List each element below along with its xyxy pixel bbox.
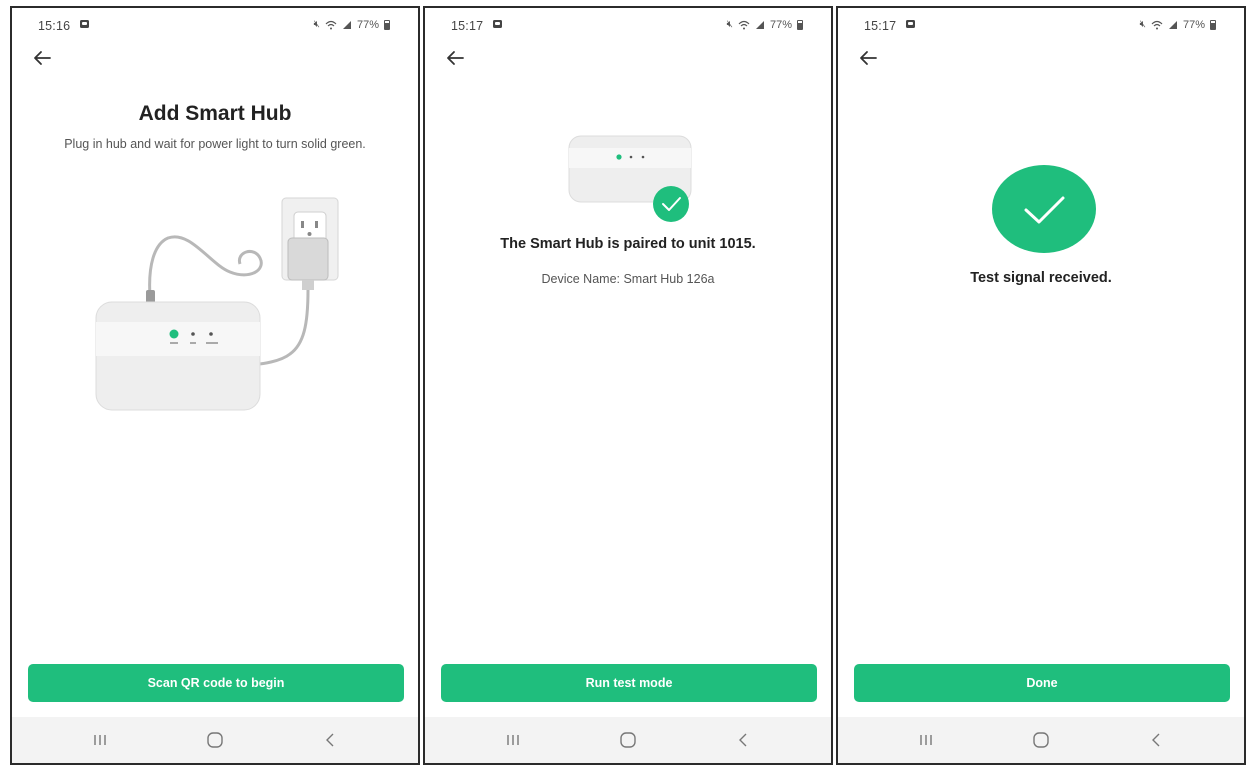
status-time: 15:16 <box>38 19 71 33</box>
status-bar: 15:17 🔇︎ 77% <box>425 16 831 36</box>
run-test-mode-button[interactable]: Run test mode <box>441 664 817 702</box>
wifi-icon <box>738 20 750 30</box>
android-nav-bar <box>425 717 831 763</box>
back-arrow-icon[interactable] <box>443 46 467 70</box>
recent-apps-icon[interactable] <box>88 729 112 751</box>
page-title: Add Smart Hub <box>138 102 292 125</box>
battery-percent: 77% <box>769 19 792 31</box>
wifi-icon <box>1151 20 1163 30</box>
signal-icon <box>342 21 351 29</box>
screen-hub-paired: 15:17 🔇︎ 77% The Smart Hub is paired to … <box>423 6 833 765</box>
screen-add-smart-hub: 15:16 🔇︎ 77% Add Smart Hub Plug in hub a… <box>10 6 420 765</box>
nav-back-icon[interactable] <box>731 729 755 751</box>
screen-test-signal: 15:17 🔇︎ 77% Test signal received. Done <box>836 6 1246 765</box>
mute-icon: 🔇︎ <box>726 19 733 30</box>
notification-icon <box>80 20 89 28</box>
paired-hub-illustration <box>568 135 692 222</box>
nav-back-icon[interactable] <box>318 729 342 751</box>
recent-apps-icon[interactable] <box>914 729 938 751</box>
battery-icon <box>1210 20 1216 30</box>
status-time: 15:17 <box>451 19 484 33</box>
status-time: 15:17 <box>864 19 897 33</box>
status-icons: 🔇︎ 77% <box>727 19 803 31</box>
status-bar: 15:16 🔇︎ 77% <box>12 16 418 36</box>
back-arrow-icon[interactable] <box>30 46 54 70</box>
battery-percent: 77% <box>1182 19 1205 31</box>
battery-icon <box>384 20 390 30</box>
test-signal-heading: Test signal received. <box>970 270 1112 286</box>
android-nav-bar <box>838 717 1244 763</box>
signal-icon <box>755 21 764 29</box>
power-adapter <box>287 237 329 281</box>
home-icon[interactable] <box>616 729 640 751</box>
scan-qr-button[interactable]: Scan QR code to begin <box>28 664 404 702</box>
status-icons: 🔇︎ 77% <box>1140 19 1216 31</box>
home-icon[interactable] <box>1029 729 1053 751</box>
mute-icon: 🔇︎ <box>1139 19 1146 30</box>
back-arrow-icon[interactable] <box>856 46 880 70</box>
wifi-icon <box>325 20 337 30</box>
nav-back-icon[interactable] <box>1144 729 1168 751</box>
done-button[interactable]: Done <box>854 664 1230 702</box>
recent-apps-icon[interactable] <box>501 729 525 751</box>
mute-icon: 🔇︎ <box>313 19 320 30</box>
status-icons: 🔇︎ 77% <box>314 19 390 31</box>
page-subtitle: Plug in hub and wait for power light to … <box>64 137 366 151</box>
paired-heading: The Smart Hub is paired to unit 1015. <box>500 236 756 252</box>
battery-percent: 77% <box>356 19 379 31</box>
check-badge-icon <box>653 186 689 222</box>
device-name: Device Name: Smart Hub 126a <box>541 272 715 286</box>
status-bar: 15:17 🔇︎ 77% <box>838 16 1244 36</box>
success-check-icon <box>992 165 1096 253</box>
android-nav-bar <box>12 717 418 763</box>
home-icon[interactable] <box>203 729 227 751</box>
smart-hub-plugged-in-illustration <box>95 197 339 411</box>
notification-icon <box>493 20 502 28</box>
signal-icon <box>1168 21 1177 29</box>
notification-icon <box>906 20 915 28</box>
battery-icon <box>797 20 803 30</box>
